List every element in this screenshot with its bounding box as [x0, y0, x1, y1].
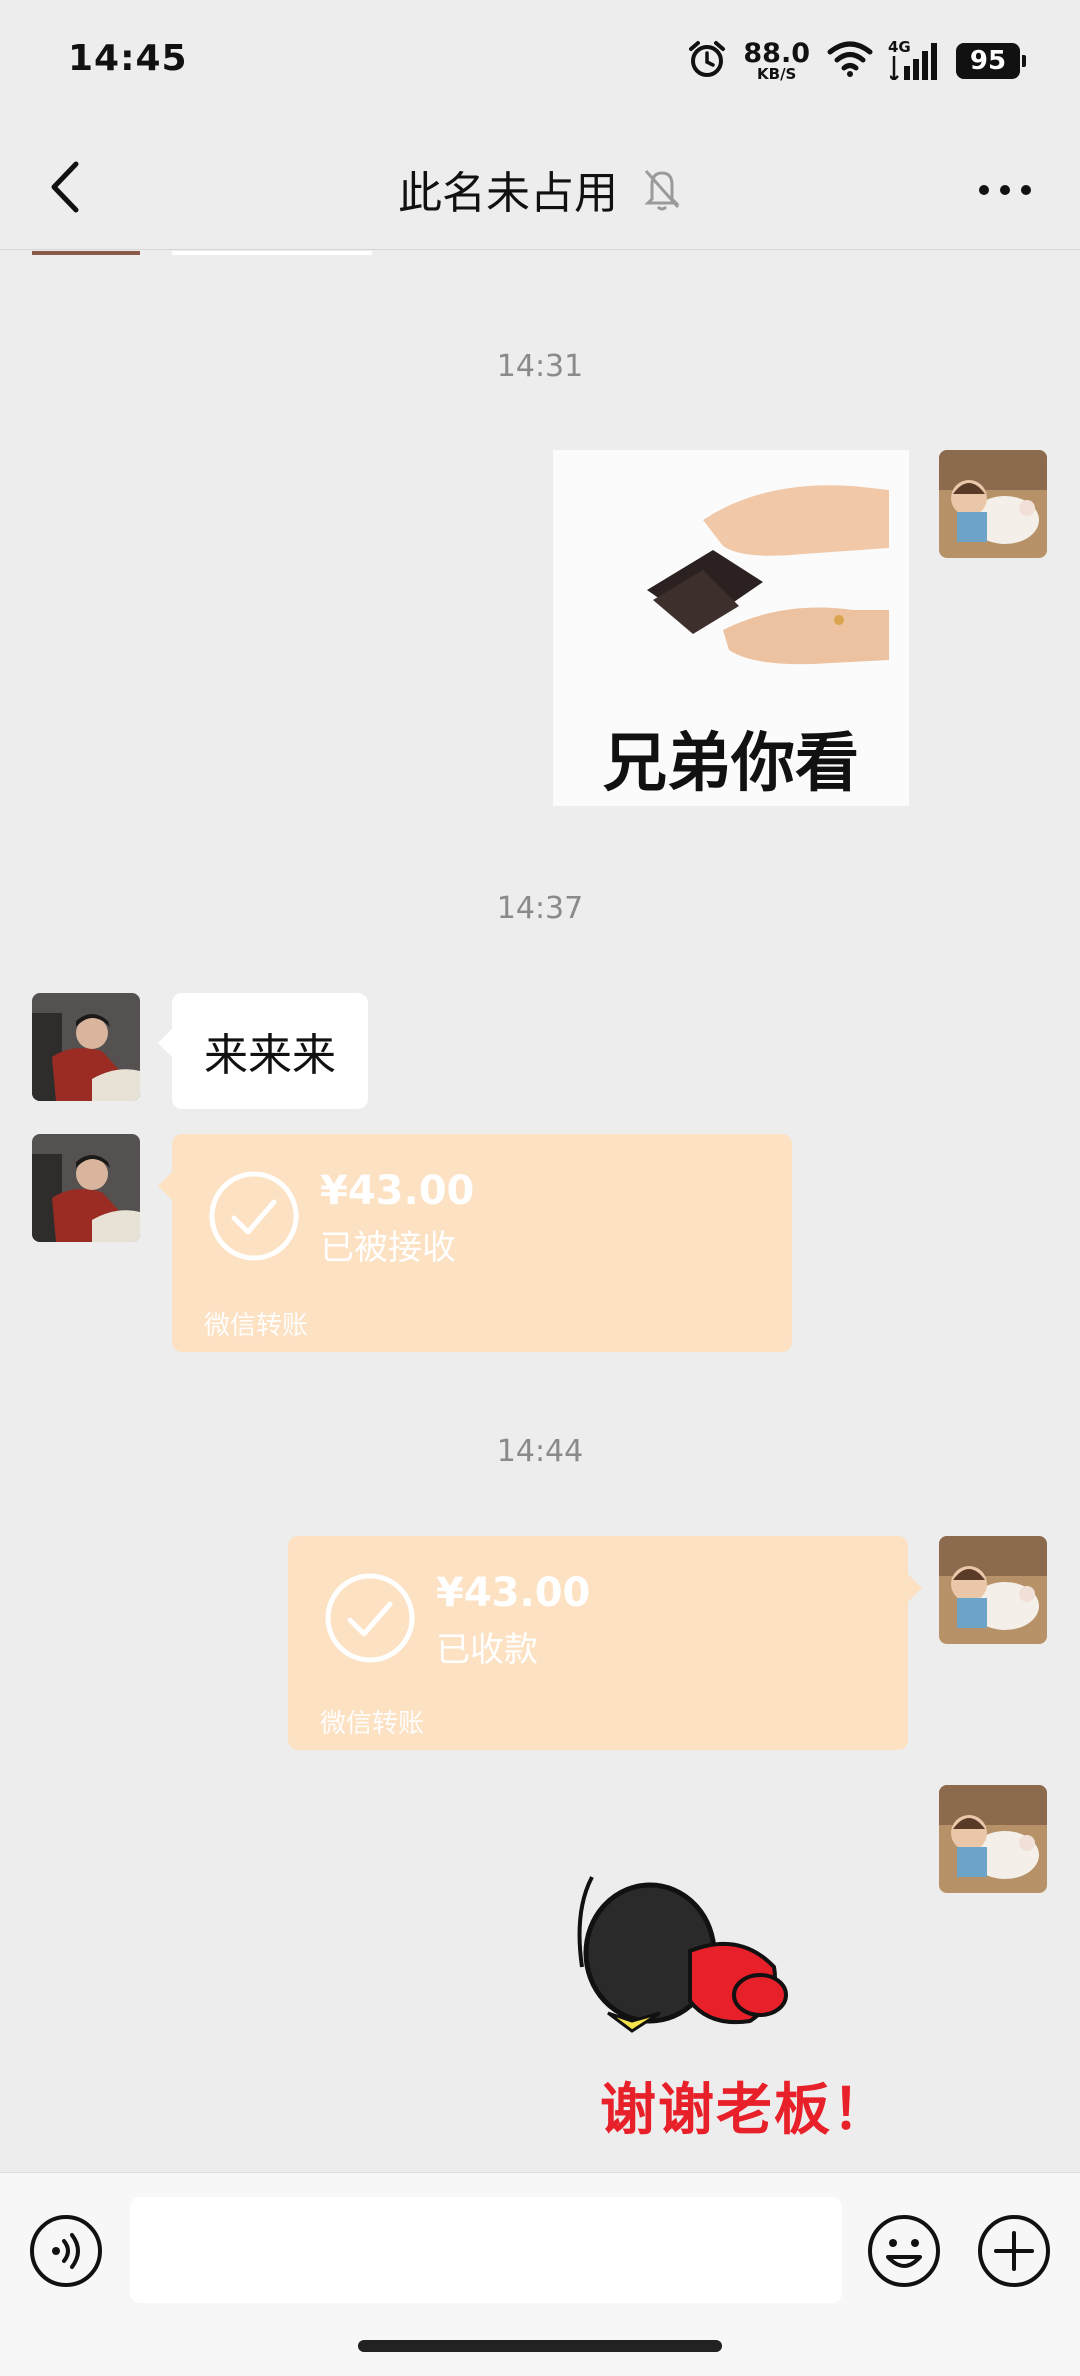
transfer-amount: ¥43.00 [320, 1168, 475, 1214]
transfer-amount: ¥43.00 [436, 1570, 591, 1616]
sticker-thanks-boss[interactable]: 谢谢老板！ [560, 1871, 910, 2161]
wallet-hands-image [647, 485, 889, 665]
cellular-signal-icon: 4G [888, 38, 940, 80]
friend-avatar[interactable] [32, 993, 140, 1101]
plus-icon [978, 2215, 1050, 2287]
status-bar: 14:45 88.0 KB/S 4G 95 [0, 0, 1080, 125]
transfer-card-received[interactable]: ¥43.00 已被接收 微信转账 [158, 1134, 792, 1352]
plus-button[interactable] [976, 2213, 1052, 2289]
timestamp: 14:31 [496, 349, 584, 384]
chat-screen: 14:45 88.0 KB/S 4G 95 此名未占用 14:31 兄弟你看 1… [0, 0, 1080, 2376]
net-speed: 88.0 KB/S [743, 38, 810, 83]
previous-avatar-fragment [32, 251, 140, 255]
bell-off-icon [644, 170, 680, 211]
sticker-wallet-meme[interactable]: 兄弟你看 [553, 450, 909, 806]
voice-button[interactable] [28, 2213, 104, 2289]
transfer-card-accepted[interactable]: ¥43.00 已收款 微信转账 [288, 1536, 922, 1750]
bowing-figure-image [577, 1876, 788, 2033]
transfer-footer: 微信转账 [320, 1709, 425, 1739]
alarm-icon [687, 39, 727, 83]
my-avatar[interactable] [939, 1536, 1047, 1644]
transfer-status: 已收款 [436, 1630, 538, 1670]
home-indicator[interactable] [358, 2340, 722, 2352]
status-icons: 88.0 KB/S 4G 95 [687, 36, 1026, 86]
more-horizontal-icon [979, 185, 1031, 195]
emoji-icon [868, 2215, 940, 2287]
emoji-button[interactable] [866, 2213, 942, 2289]
friend-avatar[interactable] [32, 1134, 140, 1242]
message-list[interactable]: 14:31 兄弟你看 14:37 来来来 ¥43.00 已被接收 微信转账 14… [0, 251, 1080, 2171]
previous-bubble-fragment [172, 251, 372, 255]
transfer-footer: 微信转账 [204, 1311, 309, 1341]
timestamp: 14:44 [496, 1434, 584, 1469]
check-circle-icon [209, 1171, 299, 1261]
transfer-status: 已被接收 [320, 1228, 456, 1268]
my-avatar[interactable] [939, 450, 1047, 558]
wifi-icon [826, 40, 874, 82]
message-input[interactable] [130, 2197, 842, 2303]
message-text-bubble[interactable]: 来来来 [158, 993, 368, 1109]
more-button[interactable] [970, 165, 1040, 215]
sticker-caption: 兄弟你看 [603, 727, 859, 801]
chat-title-wrap: 此名未占用 [0, 157, 1080, 221]
sticker-caption: 谢谢老板！ [600, 2078, 890, 2143]
timestamp: 14:37 [496, 891, 584, 926]
chat-title: 此名未占用 [398, 168, 618, 219]
battery-indicator: 95 [956, 43, 1026, 79]
check-circle-icon [325, 1573, 415, 1663]
my-avatar[interactable] [939, 1785, 1047, 1893]
voice-icon [30, 2215, 102, 2287]
chat-header: 此名未占用 [0, 125, 1080, 250]
status-time: 14:45 [68, 38, 188, 79]
